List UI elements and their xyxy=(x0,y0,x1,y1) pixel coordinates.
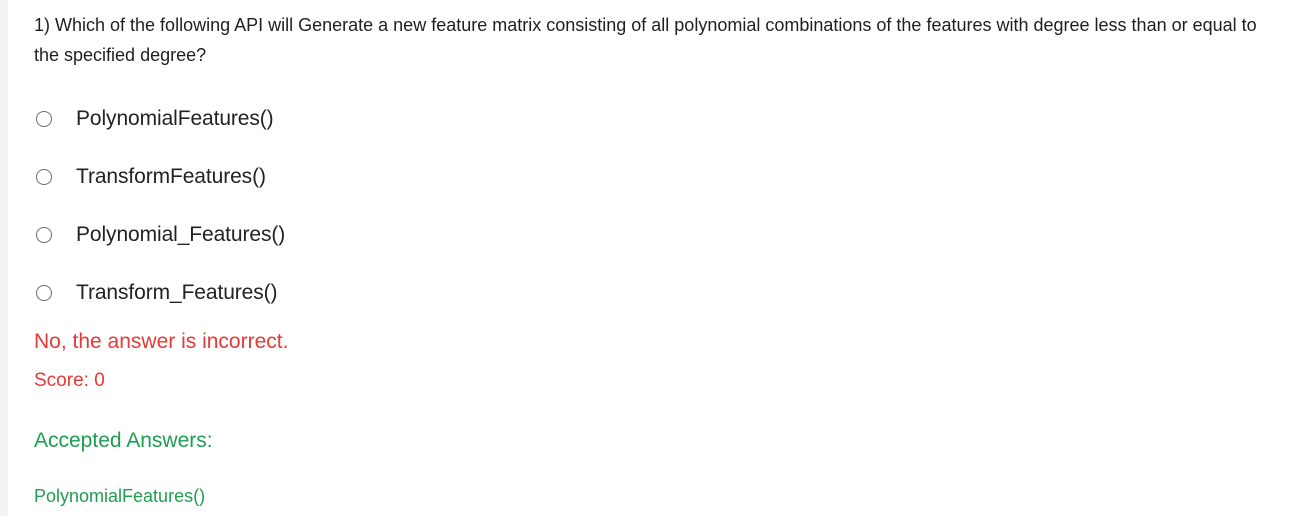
radio-button[interactable] xyxy=(36,169,52,185)
radio-button[interactable] xyxy=(36,111,52,127)
radio-button[interactable] xyxy=(36,285,52,301)
option-polynomialfeatures[interactable]: PolynomialFeatures() xyxy=(36,90,285,148)
assessment-card: 1) Which of the following API will Gener… xyxy=(8,0,1305,516)
accepted-answers-title: Accepted Answers: xyxy=(34,429,213,452)
option-transformfeatures[interactable]: TransformFeatures() xyxy=(36,148,285,206)
radio-button[interactable] xyxy=(36,227,52,243)
option-label: Polynomial_Features() xyxy=(76,223,286,246)
option-label: TransformFeatures() xyxy=(76,165,266,188)
score-text: Score: 0 xyxy=(34,370,105,391)
option-transform-features[interactable]: Transform_Features() xyxy=(36,264,285,322)
accepted-answer: PolynomialFeatures() xyxy=(34,486,206,506)
option-polynomial-features[interactable]: Polynomial_Features() xyxy=(36,206,285,264)
answer-options: PolynomialFeatures() TransformFeatures()… xyxy=(36,90,285,322)
option-label: Transform_Features() xyxy=(76,281,278,304)
option-label: PolynomialFeatures() xyxy=(76,107,274,130)
question-text: 1) Which of the following API will Gener… xyxy=(34,15,1257,65)
incorrect-feedback: No, the answer is incorrect. xyxy=(34,330,289,353)
